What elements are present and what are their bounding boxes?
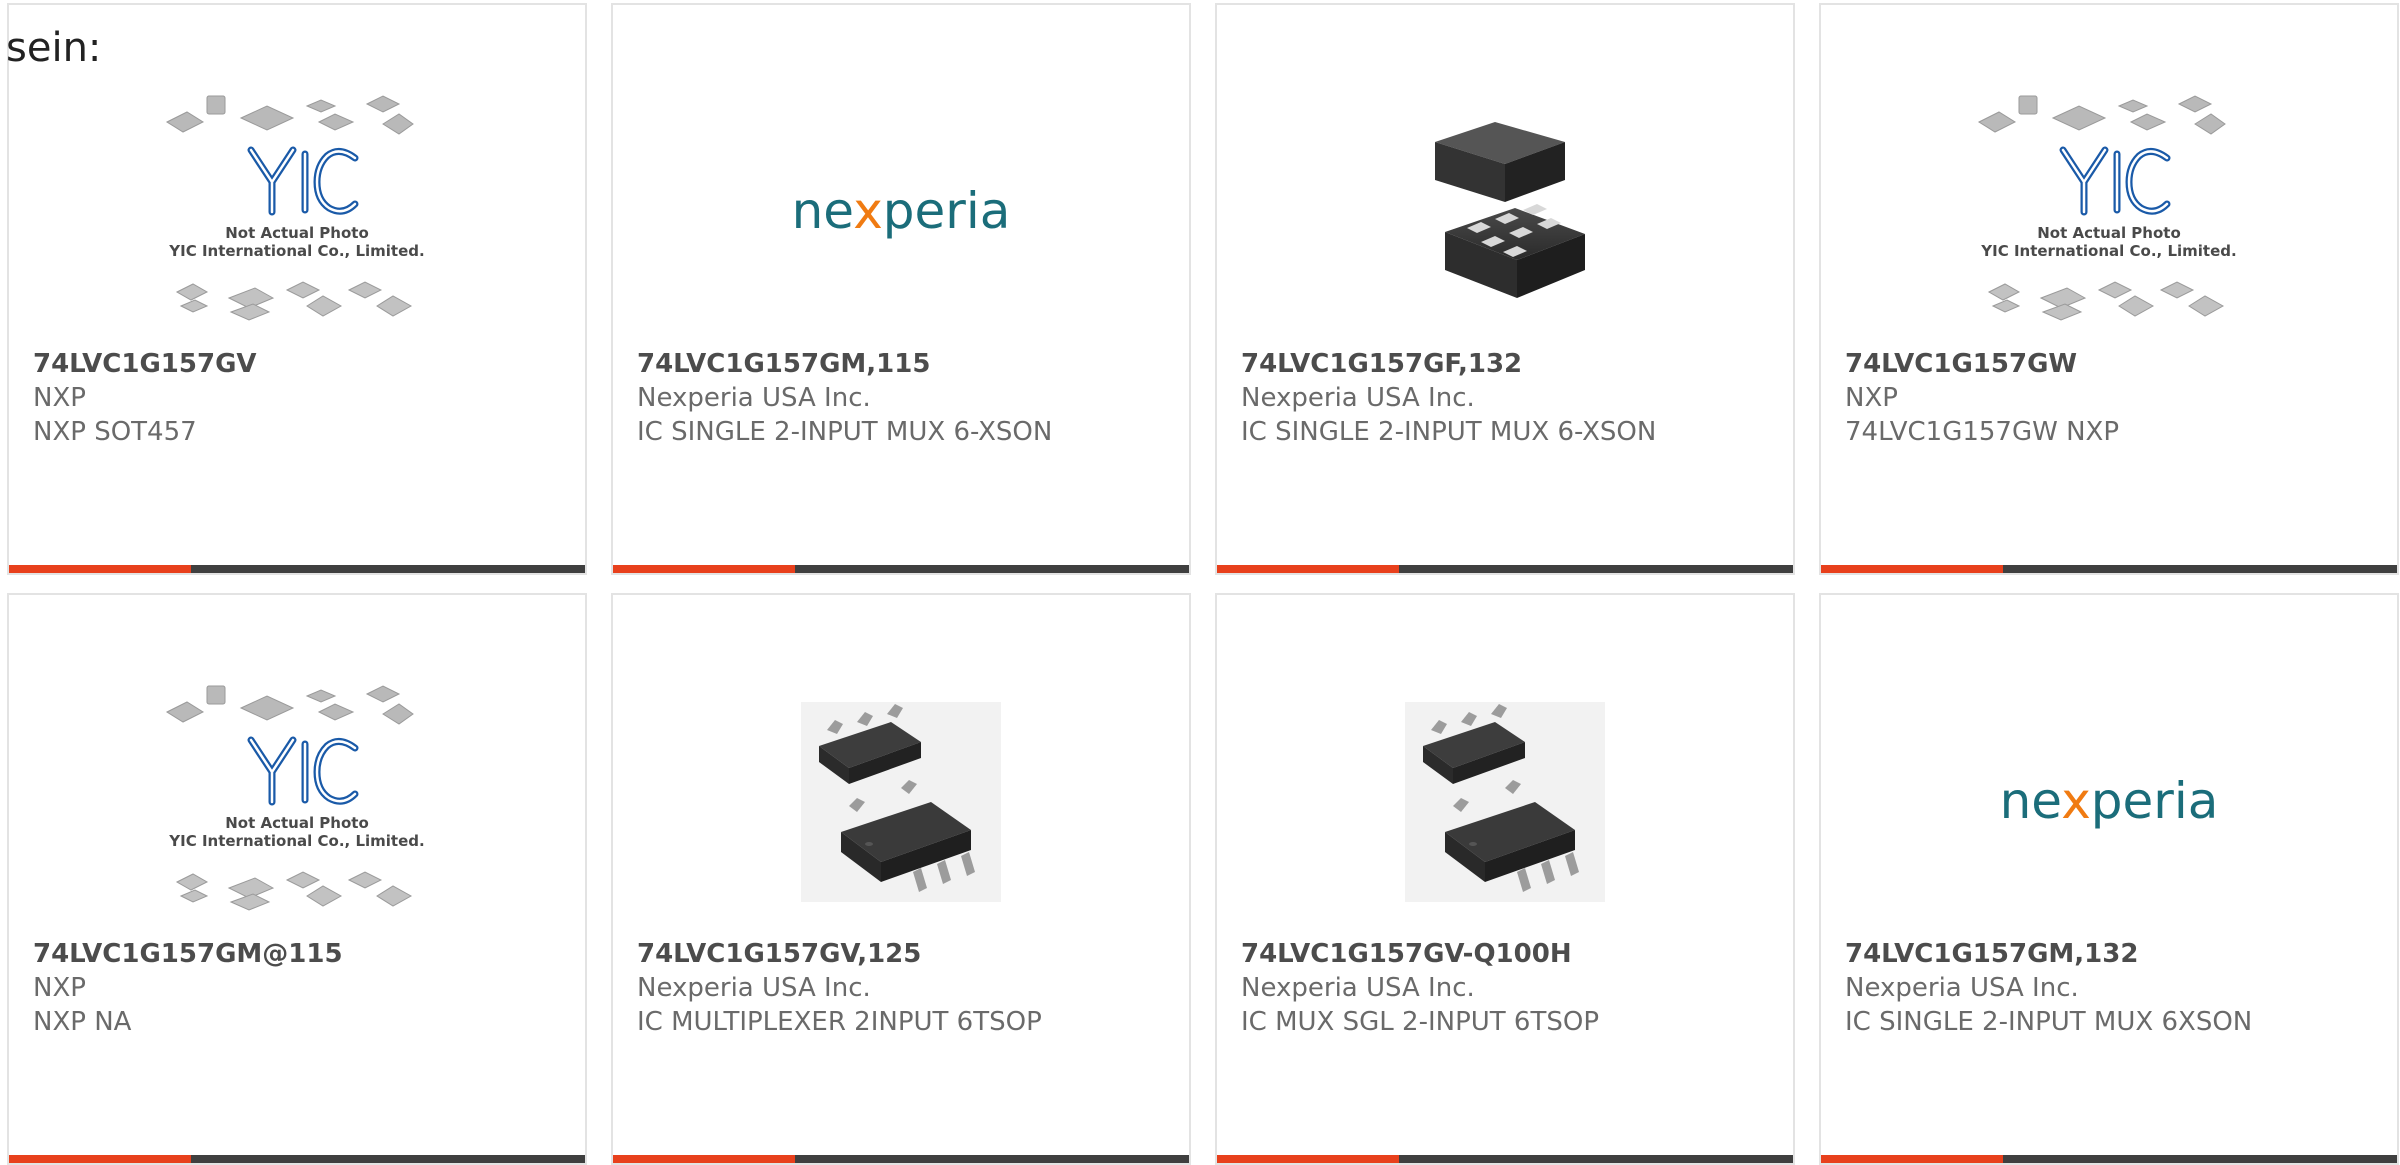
image-caption-line1: Not Actual Photo — [225, 814, 369, 832]
manufacturer: Nexperia USA Inc. — [1241, 973, 1475, 1003]
image-caption-line1: Not Actual Photo — [2037, 224, 2181, 242]
yic-placeholder-image: Not Actual Photo YIC International Co., … — [1821, 77, 2397, 347]
image-caption-line1: Not Actual Photo — [225, 224, 369, 242]
logo-post: peria — [883, 182, 1011, 240]
card-footer-accent — [613, 565, 795, 573]
card-footer-bar — [9, 565, 585, 573]
manufacturer: Nexperia USA Inc. — [637, 973, 871, 1003]
card-footer-accent — [1821, 1155, 2003, 1163]
card-footer-bar — [613, 565, 1189, 573]
product-info: 74LVC1G157GV,125 Nexperia USA Inc. IC MU… — [637, 937, 1179, 1039]
manufacturer: Nexperia USA Inc. — [637, 383, 871, 413]
svg-text:nexperia: nexperia — [2000, 772, 2219, 830]
product-card[interactable]: Not Actual Photo YIC International Co., … — [1819, 3, 2399, 575]
card-footer-bar — [613, 1155, 1189, 1163]
product-info: 74LVC1G157GV-Q100H Nexperia USA Inc. IC … — [1241, 937, 1783, 1039]
part-number-link[interactable]: 74LVC1G157GM,115 — [637, 347, 1179, 381]
description: IC MULTIPLEXER 2INPUT 6TSOP — [637, 1007, 1042, 1037]
card-footer-accent — [1821, 565, 2003, 573]
nexperia-logo-image: nexperia — [613, 77, 1189, 347]
product-card[interactable]: nexperia 74LVC1G157GM,115 Nexperia USA I… — [611, 3, 1191, 575]
logo-post: peria — [2091, 772, 2219, 830]
product-info: 74LVC1G157GM,115 Nexperia USA Inc. IC SI… — [637, 347, 1179, 449]
part-number-link[interactable]: 74LVC1G157GW — [1845, 347, 2387, 381]
card-footer-bar — [1217, 565, 1793, 573]
description: IC SINGLE 2-INPUT MUX 6XSON — [1845, 1007, 2253, 1037]
manufacturer: NXP — [33, 973, 86, 1003]
product-card[interactable]: 74LVC1G157GF,132 Nexperia USA Inc. IC SI… — [1215, 3, 1795, 575]
product-card[interactable]: Not Actual Photo YIC International Co., … — [7, 593, 587, 1165]
product-card[interactable]: 74LVC1G157GV-Q100H Nexperia USA Inc. IC … — [1215, 593, 1795, 1165]
image-caption-line2: YIC International Co., Limited. — [168, 242, 424, 260]
description: IC MUX SGL 2-INPUT 6TSOP — [1241, 1007, 1599, 1037]
card-footer-accent — [1217, 565, 1399, 573]
part-number-link[interactable]: 74LVC1G157GM,132 — [1845, 937, 2387, 971]
xson-chip-image — [1217, 77, 1793, 347]
product-info: 74LVC1G157GF,132 Nexperia USA Inc. IC SI… — [1241, 347, 1783, 449]
image-caption-line2: YIC International Co., Limited. — [1980, 242, 2236, 260]
card-footer-accent — [613, 1155, 795, 1163]
product-card[interactable]: nexperia 74LVC1G157GM,132 Nexperia USA I… — [1819, 593, 2399, 1165]
nexperia-logo-image: nexperia — [1821, 667, 2397, 937]
description: IC SINGLE 2-INPUT MUX 6-XSON — [637, 417, 1053, 447]
tsop-chip-image — [1217, 667, 1793, 937]
manufacturer: NXP — [33, 383, 86, 413]
logo-pre: ne — [792, 182, 854, 240]
part-number-link[interactable]: 74LVC1G157GV — [33, 347, 575, 381]
manufacturer: Nexperia USA Inc. — [1241, 383, 1475, 413]
yic-placeholder-image: Not Actual Photo YIC International Co., … — [9, 77, 585, 347]
part-number-link[interactable]: 74LVC1G157GV-Q100H — [1241, 937, 1783, 971]
logo-mid: x — [853, 182, 883, 240]
logo-pre: ne — [2000, 772, 2062, 830]
part-number-link[interactable]: 74LVC1G157GV,125 — [637, 937, 1179, 971]
tsop-chip-image — [613, 667, 1189, 937]
product-card[interactable]: 74LVC1G157GV,125 Nexperia USA Inc. IC MU… — [611, 593, 1191, 1165]
description: IC SINGLE 2-INPUT MUX 6-XSON — [1241, 417, 1657, 447]
part-number-link[interactable]: 74LVC1G157GM@115 — [33, 937, 575, 971]
card-footer-accent — [9, 565, 191, 573]
part-number-link[interactable]: 74LVC1G157GF,132 — [1241, 347, 1783, 381]
product-card[interactable]: Not Actual Photo YIC International Co., … — [7, 3, 587, 575]
card-footer-bar — [1821, 565, 2397, 573]
image-caption-line2: YIC International Co., Limited. — [168, 832, 424, 850]
product-info: 74LVC1G157GM,132 Nexperia USA Inc. IC SI… — [1845, 937, 2387, 1039]
yic-placeholder-image: Not Actual Photo YIC International Co., … — [9, 667, 585, 937]
product-grid: Not Actual Photo YIC International Co., … — [7, 3, 2399, 1165]
card-footer-accent — [1217, 1155, 1399, 1163]
product-info: 74LVC1G157GV NXP NXP SOT457 — [33, 347, 575, 449]
card-footer-bar — [1217, 1155, 1793, 1163]
product-info: 74LVC1G157GM@115 NXP NXP NA — [33, 937, 575, 1039]
card-footer-bar — [9, 1155, 585, 1163]
description: NXP NA — [33, 1007, 132, 1037]
card-footer-accent — [9, 1155, 191, 1163]
manufacturer: Nexperia USA Inc. — [1845, 973, 2079, 1003]
logo-mid: x — [2061, 772, 2091, 830]
manufacturer: NXP — [1845, 383, 1898, 413]
product-info: 74LVC1G157GW NXP 74LVC1G157GW NXP — [1845, 347, 2387, 449]
lead-text: sein: — [6, 25, 102, 71]
svg-text:nexperia: nexperia — [792, 182, 1011, 240]
description: 74LVC1G157GW NXP — [1845, 417, 2120, 447]
description: NXP SOT457 — [33, 417, 197, 447]
card-footer-bar — [1821, 1155, 2397, 1163]
